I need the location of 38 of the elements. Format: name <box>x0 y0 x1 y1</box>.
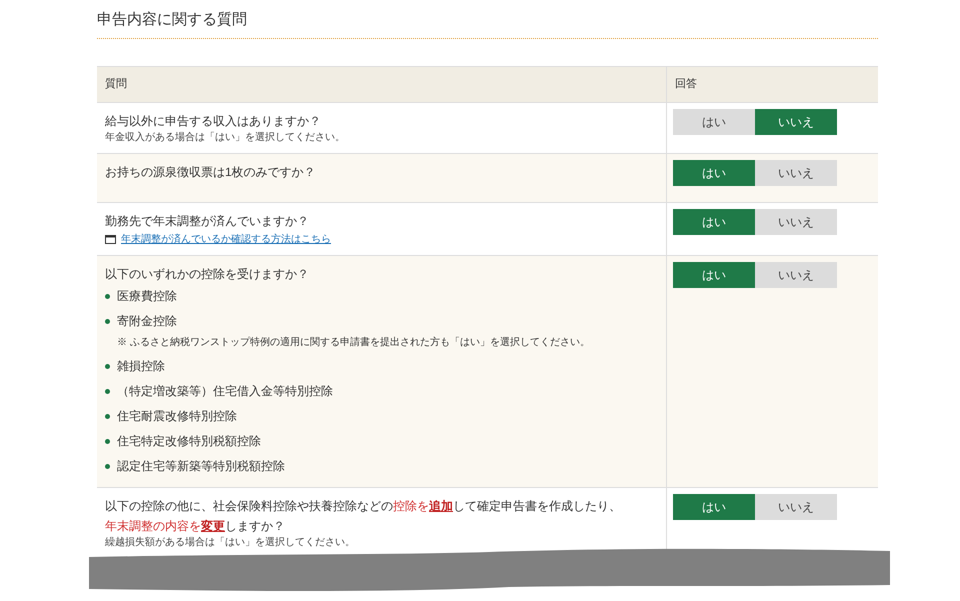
bullet-icon <box>105 294 110 298</box>
note-text: 繰越損失額がある場合は「はい」を選択してください。 <box>105 536 355 550</box>
answer-option[interactable]: はい <box>673 262 755 288</box>
column-header: 回答 <box>675 78 697 90</box>
answer-option[interactable]: はい <box>673 208 755 234</box>
bullet-icon <box>105 318 110 324</box>
answer-option[interactable]: いいえ <box>755 262 837 288</box>
answer-option[interactable]: いいえ <box>755 208 837 234</box>
deduction-item: 住宅耐震改修特別控除 <box>117 408 237 425</box>
section-heading: 申告内容に関する質問 <box>97 11 247 28</box>
deduction-item: 医療費控除 <box>117 288 177 305</box>
question-text: 年末調整の内容を変更 しますか？ <box>105 518 285 534</box>
bullet-icon <box>105 438 110 444</box>
help-link[interactable]: 年末調整が済んでいるか確認する方法はこちら <box>121 232 331 246</box>
question-text: 給与以外に申告する収入はありますか？ <box>105 112 321 130</box>
note-text: ※ ふるさと納税ワンストップ特例の適用に関する申請書を提出された方も「はい」を選択してください。 <box>116 336 590 350</box>
answer-option[interactable]: いいえ <box>755 494 837 520</box>
question-text: 以下の控除の他に、社会保険料控除や扶養控除などの控除を追加 して確定申告書を作成したり、 <box>105 498 621 514</box>
deduction-item: （特定増改築等）住宅借入金等特別控除 <box>117 383 333 400</box>
bullet-icon <box>105 388 110 394</box>
answer-option[interactable]: はい <box>673 160 755 186</box>
note-text: 年金収入がある場合は「はい」を選択してください。 <box>105 130 345 144</box>
deduction-item: 雑損控除 <box>117 358 165 375</box>
column-header: 質問 <box>105 78 127 90</box>
question-text: 勤務先で年末調整が済んでいますか？ <box>105 212 309 230</box>
bullet-icon <box>105 364 110 368</box>
answer-option[interactable]: いいえ <box>755 160 837 186</box>
answer-option[interactable]: いいえ <box>755 108 837 134</box>
answer-option[interactable]: はい <box>673 108 755 134</box>
bullet-icon <box>105 464 110 468</box>
question-text: お持ちの源泉徴収票は1枚のみですか？ <box>105 164 316 180</box>
window-icon <box>105 234 116 244</box>
deduction-item: 寄附金控除 <box>117 313 177 330</box>
deduction-item: 認定住宅等新築等特別税額控除 <box>117 458 285 475</box>
question-text: 以下のいずれかの控除を受けますか？ <box>105 266 309 282</box>
bullet-icon <box>105 414 110 418</box>
answer-option[interactable]: はい <box>673 494 755 520</box>
deduction-item: 住宅特定改修特別税額控除 <box>117 433 261 450</box>
